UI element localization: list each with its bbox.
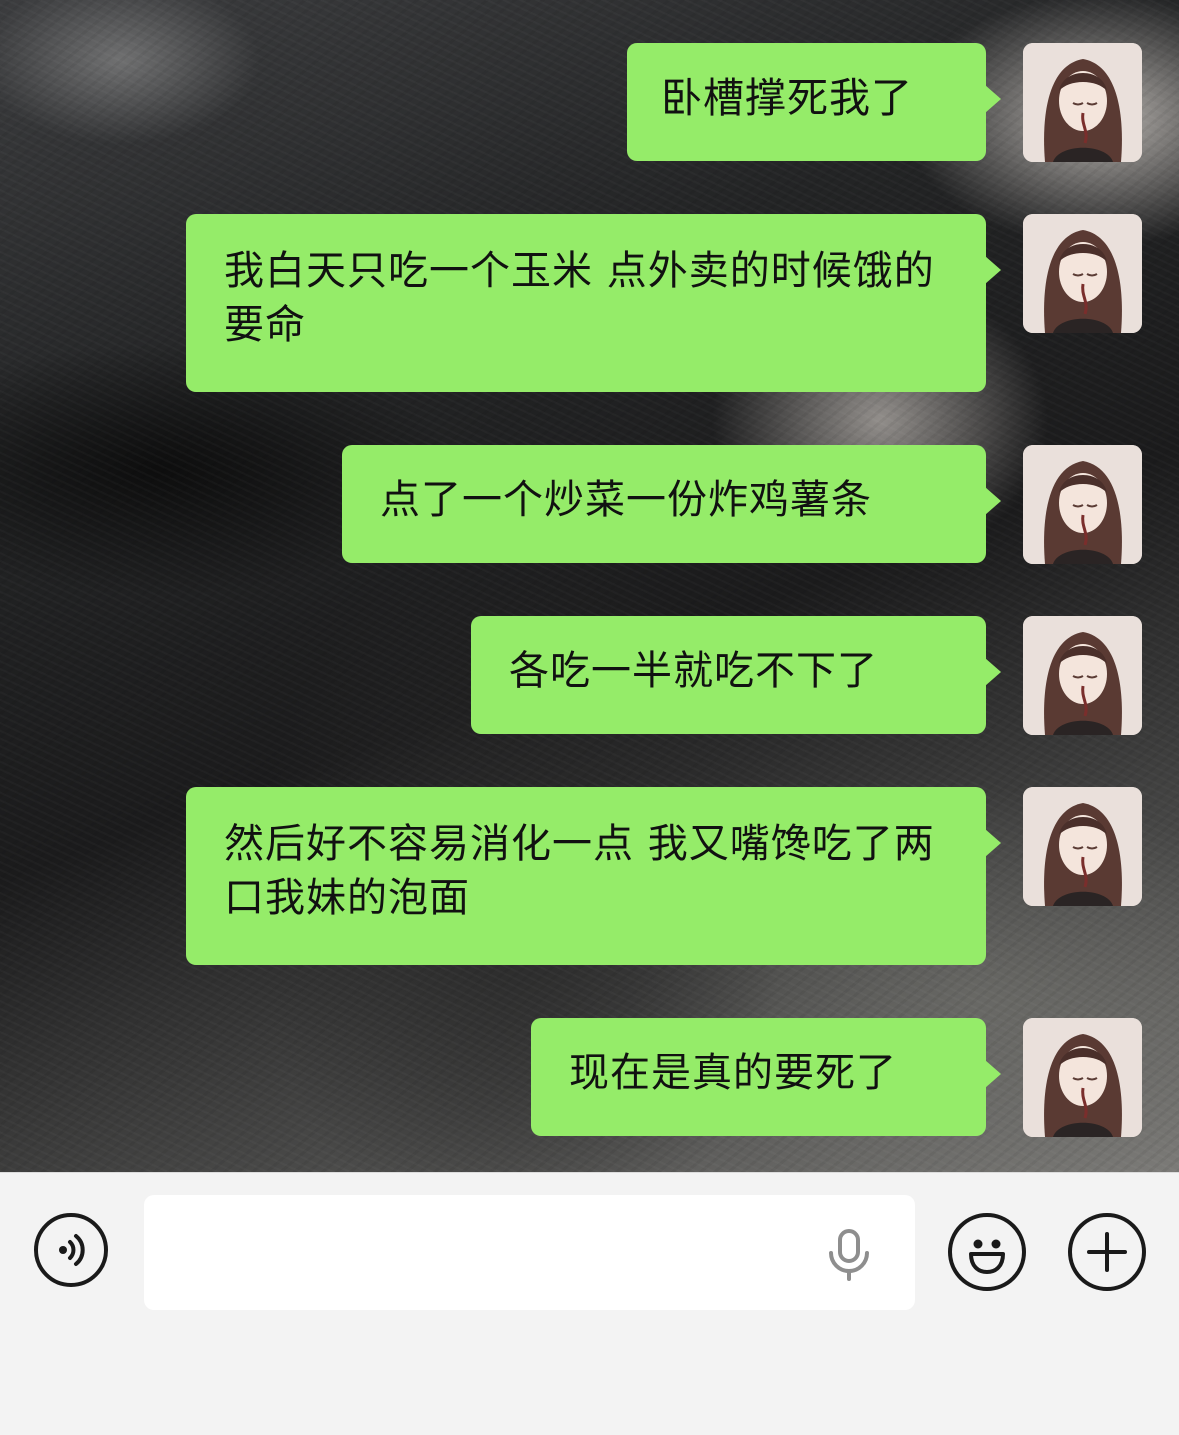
message-bubble-1[interactable]: 卧槽撑死我了: [627, 43, 1001, 161]
plus-icon: [1087, 1232, 1127, 1272]
message-text-2: 我白天只吃一个玉米 点外卖的时候饿的要命: [224, 248, 935, 348]
avatar[interactable]: [1023, 43, 1142, 162]
emoji-button[interactable]: [948, 1213, 1026, 1291]
avatar-portrait-icon: [1023, 43, 1142, 162]
message-bubble-4[interactable]: 各吃一半就吃不下了: [471, 616, 1001, 734]
avatar-portrait-icon: [1023, 1018, 1142, 1137]
message-text-5: 然后好不容易消化一点 我又嘴馋吃了两口我妹的泡面: [224, 821, 935, 921]
chat-background[interactable]: 卧槽撑死我了 我白天只吃一个玉米 点外卖的时候饿的要命 点了一个炒菜一份炸鸡薯条: [0, 0, 1179, 1172]
avatar[interactable]: [1023, 616, 1142, 735]
voice-toggle-button[interactable]: [34, 1213, 108, 1287]
microphone-button[interactable]: [826, 1229, 872, 1281]
emoji-icon: [969, 1239, 1005, 1274]
avatar[interactable]: [1023, 1018, 1142, 1137]
avatar-portrait-icon: [1023, 787, 1142, 906]
message-text-4: 各吃一半就吃不下了: [509, 648, 878, 694]
message-input[interactable]: [144, 1195, 915, 1310]
avatar[interactable]: [1023, 214, 1142, 333]
more-options-button[interactable]: [1068, 1213, 1146, 1291]
message-bubble-2[interactable]: 我白天只吃一个玉米 点外卖的时候饿的要命: [186, 214, 1001, 392]
avatar[interactable]: [1023, 787, 1142, 906]
avatar[interactable]: [1023, 445, 1142, 564]
message-bubble-3[interactable]: 点了一个炒菜一份炸鸡薯条: [342, 445, 1001, 563]
message-bubble-6[interactable]: 现在是真的要死了: [531, 1018, 1001, 1136]
message-text-3: 点了一个炒菜一份炸鸡薯条: [380, 477, 872, 523]
message-text-1: 卧槽撑死我了: [661, 74, 913, 122]
avatar-portrait-icon: [1023, 616, 1142, 735]
message-bubble-5[interactable]: 然后好不容易消化一点 我又嘴馋吃了两口我妹的泡面: [186, 787, 1001, 965]
avatar-portrait-icon: [1023, 445, 1142, 564]
message-text-6: 现在是真的要死了: [569, 1050, 897, 1096]
voice-icon: [59, 1234, 85, 1266]
chat-input-bar: [0, 1172, 1179, 1435]
microphone-icon: [829, 1229, 869, 1281]
avatar-portrait-icon: [1023, 214, 1142, 333]
